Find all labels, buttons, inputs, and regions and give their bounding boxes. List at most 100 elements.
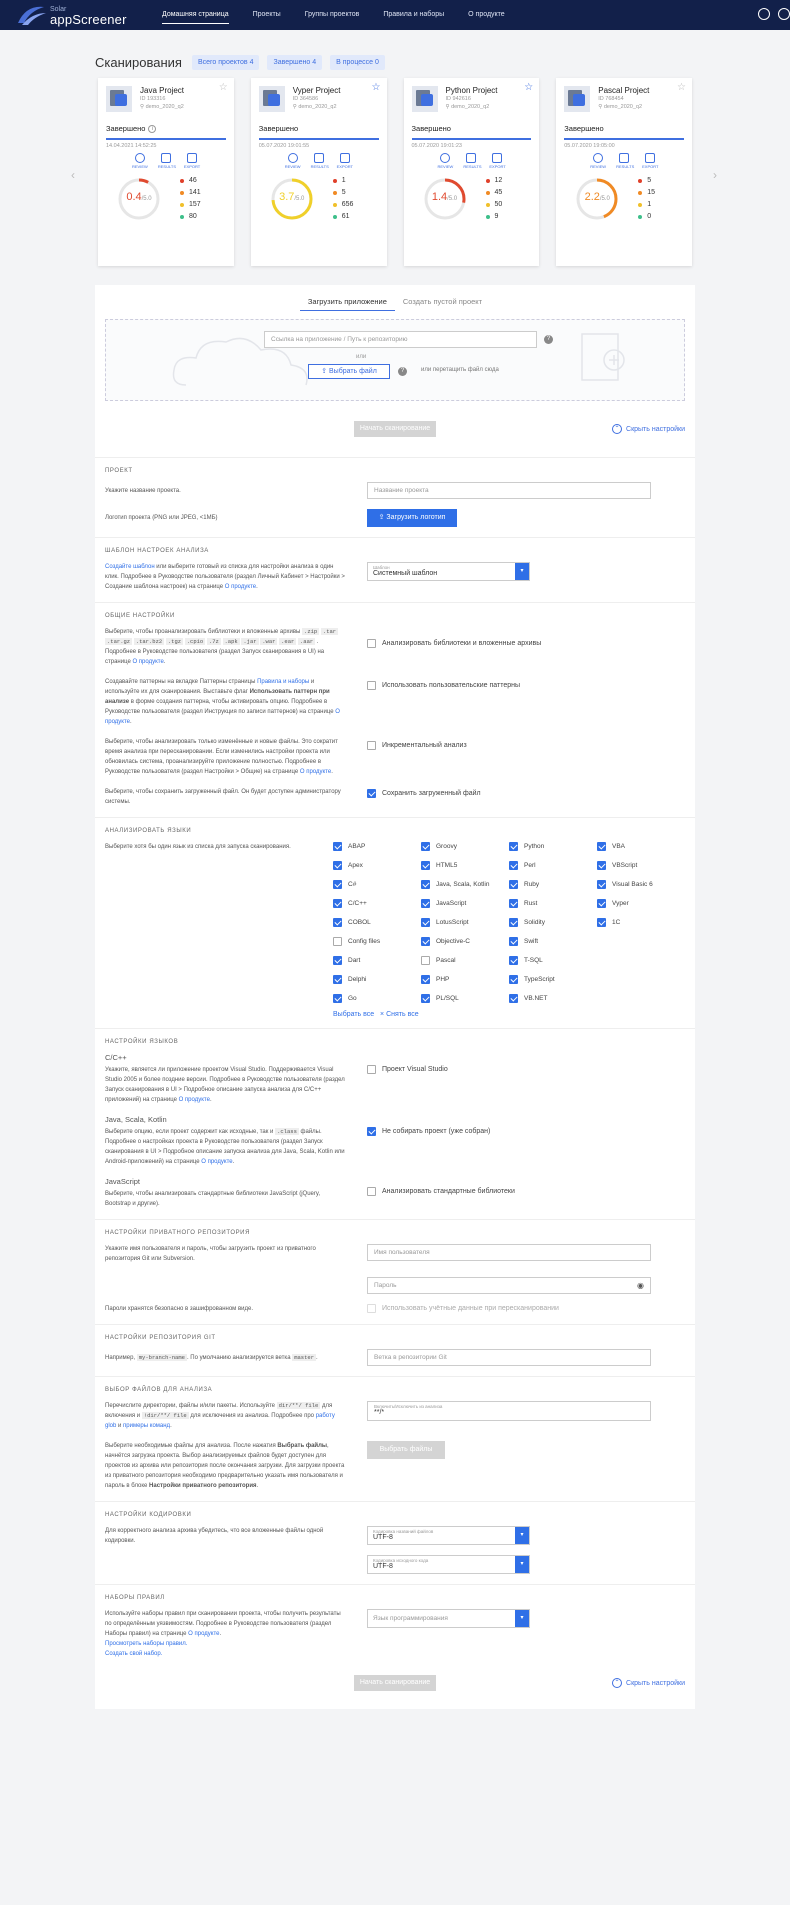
user-icon[interactable] — [778, 8, 790, 20]
language-checkbox[interactable]: Python — [509, 842, 597, 851]
review-action[interactable]: REVIEW — [437, 153, 453, 169]
help-icon[interactable]: ? — [398, 367, 407, 376]
language-checkbox[interactable]: Ruby — [509, 880, 597, 889]
language-checkbox[interactable]: Java, Scala, Kotlin — [421, 880, 509, 889]
project-name[interactable]: Python Project — [446, 86, 498, 95]
nav-link[interactable]: Группы проектов — [293, 0, 372, 30]
incremental-checkbox[interactable]: Инкрементальный анализ — [367, 741, 685, 750]
results-action[interactable]: RESULTS — [158, 153, 176, 169]
language-checkbox[interactable]: C/C++ — [333, 899, 421, 908]
language-checkbox[interactable]: COBOL — [333, 918, 421, 927]
language-checkbox[interactable]: Dart — [333, 956, 421, 965]
language-checkbox[interactable]: T-SQL — [509, 956, 597, 965]
libs-checkbox[interactable]: Анализировать библиотеки и вложенные арх… — [367, 639, 685, 648]
export-action[interactable]: EXPORT — [642, 153, 659, 169]
git-branch-input[interactable]: Ветка в репозитории Git — [367, 1349, 651, 1366]
language-checkbox[interactable]: PL/SQL — [421, 994, 509, 1003]
upload-dropzone[interactable]: Ссылка на приложение / Путь к репозитори… — [105, 319, 685, 401]
eye-icon[interactable]: ◉ — [637, 1281, 644, 1290]
language-checkbox[interactable]: Swift — [509, 937, 597, 946]
nav-link[interactable]: Правила и наборы — [371, 0, 456, 30]
star-icon[interactable]: ☆ — [219, 82, 228, 93]
start-scan-button[interactable]: Начать сканирование — [354, 421, 436, 437]
language-checkbox[interactable]: TypeScript — [509, 975, 597, 984]
project-name[interactable]: Pascal Project — [598, 86, 649, 95]
about-link[interactable]: О продукте — [132, 659, 163, 665]
examples-link[interactable]: примеры команд — [123, 1423, 170, 1429]
username-input[interactable]: Имя пользователя — [367, 1244, 651, 1261]
help-icon[interactable]: ? — [544, 335, 553, 344]
password-input[interactable]: Пароль ◉ — [367, 1277, 651, 1294]
language-checkbox[interactable]: C# — [333, 880, 421, 889]
include-exclude-input[interactable]: Включить/Исключить из анализа **/* — [367, 1401, 651, 1421]
hide-settings-link-bottom[interactable]: ⌃ Скрыть настройки — [612, 1678, 685, 1688]
carousel-next-icon[interactable]: › — [713, 168, 717, 182]
scan-card[interactable]: ☆ Python Project ID 942616 ⚲ demo_2020_q2 … — [403, 78, 540, 266]
start-scan-button-bottom[interactable]: Начать сканирование — [354, 1675, 436, 1691]
no-build-checkbox[interactable]: Не собирать проект (уже собран) — [367, 1127, 685, 1136]
info-icon[interactable]: i — [148, 124, 157, 133]
language-checkbox[interactable]: 1C — [597, 918, 685, 927]
create-rules-link[interactable]: Создать свой набор. — [105, 1651, 162, 1657]
star-icon[interactable]: ☆ — [677, 82, 686, 93]
language-checkbox[interactable]: Solidity — [509, 918, 597, 927]
nav-link[interactable]: Домашняя страница — [150, 0, 241, 30]
language-checkbox[interactable]: PHP — [421, 975, 509, 984]
visual-studio-checkbox[interactable]: Проект Visual Studio — [367, 1065, 685, 1074]
project-name[interactable]: Vyper Project — [293, 86, 341, 95]
results-action[interactable]: RESULTS — [463, 153, 482, 169]
language-checkbox[interactable]: Delphi — [333, 975, 421, 984]
language-checkbox[interactable]: Objective-C — [421, 937, 509, 946]
language-checkbox[interactable]: VBScript — [597, 861, 685, 870]
export-action[interactable]: EXPORT — [337, 153, 353, 169]
filename-encoding-select[interactable]: Кодировка названий файлов UTF-8 ▾ — [367, 1526, 530, 1545]
save-file-checkbox[interactable]: Сохранить загруженный файл — [367, 789, 685, 798]
project-name-input[interactable]: Название проекта — [367, 482, 651, 499]
use-credentials-checkbox[interactable]: Использовать учётные данные при перескан… — [367, 1304, 685, 1313]
results-action[interactable]: RESULTS — [616, 153, 634, 169]
js-std-libs-checkbox[interactable]: Анализировать стандартные библиотеки — [367, 1187, 685, 1196]
create-template-link[interactable]: Создайте шаблон — [105, 564, 155, 570]
export-action[interactable]: EXPORT — [489, 153, 506, 169]
language-checkbox[interactable]: ABAP — [333, 842, 421, 851]
repo-link-input[interactable]: Ссылка на приложение / Путь к репозитори… — [264, 331, 537, 348]
hide-settings-link[interactable]: ⌃ Скрыть настройки — [612, 424, 685, 434]
review-action[interactable]: REVIEW — [285, 153, 301, 169]
view-rules-link[interactable]: Просмотреть наборы правил. — [105, 1641, 187, 1647]
language-checkbox[interactable]: Apex — [333, 861, 421, 870]
language-rules-select[interactable]: Язык программирования ▾ — [367, 1609, 530, 1628]
review-action[interactable]: REVIEW — [132, 153, 148, 169]
language-checkbox[interactable]: JavaScript — [421, 899, 509, 908]
language-checkbox[interactable]: LotusScript — [421, 918, 509, 927]
source-encoding-select[interactable]: Кодировка исходного кода UTF-8 ▾ — [367, 1555, 530, 1574]
total-projects-chip[interactable]: Всего проектов 4 — [191, 54, 260, 70]
export-action[interactable]: EXPORT — [184, 153, 200, 169]
results-action[interactable]: RESULTS — [311, 153, 329, 169]
rules-link[interactable]: Правила и наборы — [257, 679, 309, 685]
star-icon[interactable]: ☆ — [524, 82, 533, 93]
scan-card[interactable]: ☆ Vyper Project ID 364586 ⚲ demo_2020_q2 З… — [250, 78, 387, 266]
about-link[interactable]: О продукте — [300, 769, 331, 775]
star-icon[interactable]: ☆ — [372, 82, 381, 93]
select-all-link[interactable]: Выбрать все — [333, 1011, 374, 1018]
language-checkbox[interactable]: Rust — [509, 899, 597, 908]
about-link[interactable]: О продукте — [225, 584, 256, 590]
language-checkbox[interactable]: Go — [333, 994, 421, 1003]
language-checkbox[interactable]: Vyper — [597, 899, 685, 908]
tab-upload-app[interactable]: Загрузить приложение — [299, 293, 395, 311]
done-chip[interactable]: Завершено 4 — [267, 54, 323, 70]
language-checkbox[interactable]: Groovy — [421, 842, 509, 851]
language-checkbox[interactable]: Visual Basic 6 — [597, 880, 685, 889]
review-action[interactable]: REVIEW — [590, 153, 606, 169]
language-checkbox[interactable]: Config files — [333, 937, 421, 946]
language-checkbox[interactable]: Pascal — [421, 956, 509, 965]
about-link[interactable]: О продукте — [201, 1159, 232, 1165]
help-icon[interactable] — [758, 8, 770, 20]
nav-link[interactable]: Проекты — [241, 0, 293, 30]
carousel-prev-icon[interactable]: ‹ — [71, 168, 75, 182]
scan-card[interactable]: ☆ Java Project ID 193316 ⚲ demo_2020_q2 За… — [98, 78, 234, 266]
clear-all-link[interactable]: × Снять все — [380, 1011, 419, 1018]
about-link[interactable]: О продукте — [188, 1631, 219, 1637]
project-name[interactable]: Java Project — [140, 86, 184, 95]
app-logo[interactable]: Solar appScreener — [10, 0, 126, 30]
